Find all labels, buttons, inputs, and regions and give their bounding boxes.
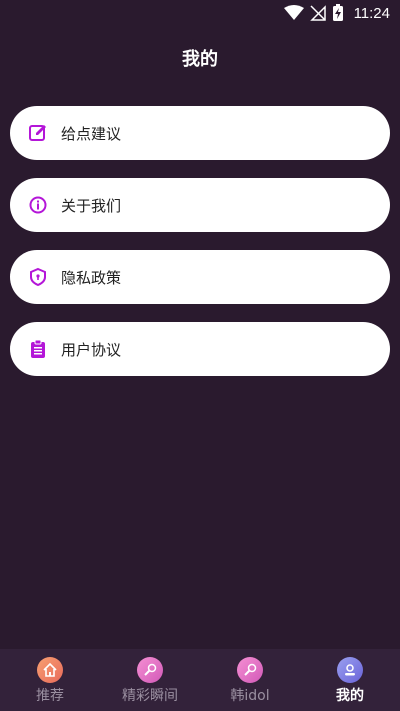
shield-icon [28, 267, 48, 287]
battery-charging-icon [332, 4, 344, 22]
status-bar: 11:24 [0, 0, 400, 26]
home-icon [37, 657, 63, 683]
menu-item-label: 隐私政策 [61, 268, 122, 287]
nav-label: 推荐 [36, 688, 64, 704]
menu-list: 给点建议 关于我们 隐私政策 用户协议 [10, 106, 390, 394]
nav-label: 精彩瞬间 [122, 688, 178, 704]
nav-tab-highlights[interactable]: 精彩瞬间 [100, 649, 200, 711]
menu-item-label: 关于我们 [61, 196, 122, 215]
info-icon [28, 195, 48, 215]
nav-label: 我的 [336, 688, 364, 704]
nav-label: 韩idol [230, 688, 270, 704]
clipboard-icon [28, 339, 48, 359]
nav-tab-k-idol[interactable]: 韩idol [200, 649, 300, 711]
menu-item-label: 给点建议 [61, 124, 122, 143]
menu-item-feedback[interactable]: 给点建议 [10, 106, 390, 160]
bottom-nav: 推荐 精彩瞬间 韩idol 我的 [0, 649, 400, 711]
microphone-icon [237, 657, 263, 683]
wifi-icon [283, 5, 304, 21]
nav-tab-recommend[interactable]: 推荐 [0, 649, 100, 711]
profile-icon [337, 657, 363, 683]
page-title: 我的 [182, 49, 218, 70]
menu-item-user-agreement[interactable]: 用户协议 [10, 322, 390, 376]
status-time: 11:24 [353, 4, 390, 22]
menu-item-about-us[interactable]: 关于我们 [10, 178, 390, 232]
nav-tab-mine[interactable]: 我的 [300, 649, 400, 711]
edit-icon [28, 123, 48, 143]
no-signal-icon [309, 5, 326, 21]
menu-item-privacy-policy[interactable]: 隐私政策 [10, 250, 390, 304]
menu-item-label: 用户协议 [61, 340, 122, 359]
microphone-icon [137, 657, 163, 683]
